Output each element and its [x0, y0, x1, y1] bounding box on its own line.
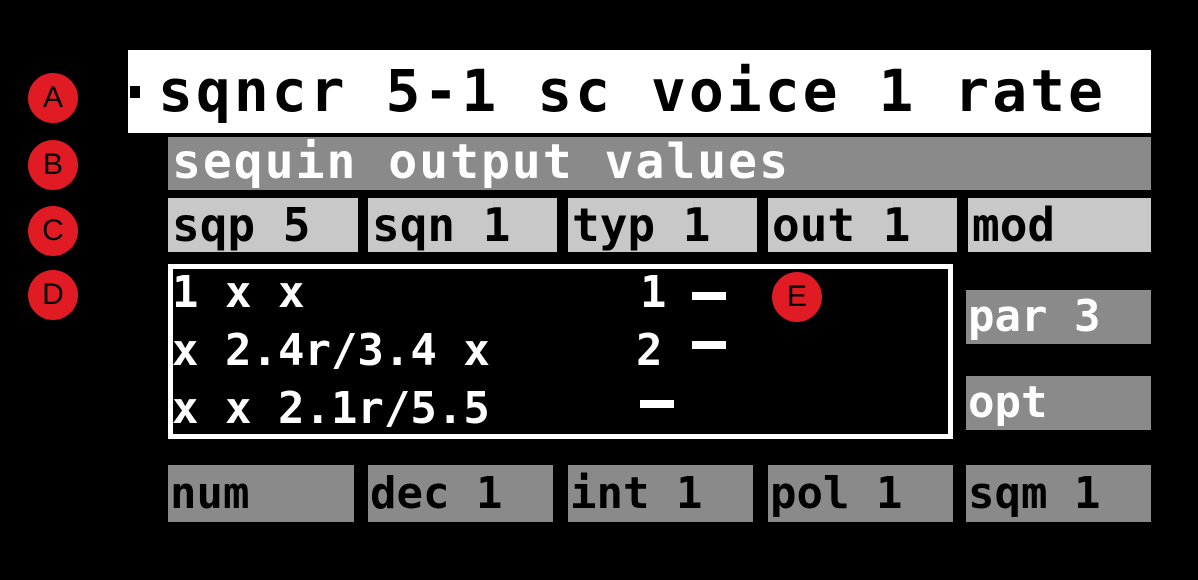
cursor-indicator [130, 86, 140, 98]
step-number-2: 2 [636, 325, 663, 376]
step-dash-1 [692, 292, 726, 300]
int-button[interactable]: int 1 [568, 465, 753, 522]
pol-button[interactable]: pol 1 [768, 465, 953, 522]
marker-d: D [28, 270, 78, 320]
screen-title: sqncr 5-1 sc voice 1 rate [158, 57, 1106, 125]
tab-sqn[interactable]: sqn 1 [368, 198, 557, 252]
marker-b: B [28, 140, 78, 190]
step-number-1: 1 [640, 267, 667, 318]
tab-sqp[interactable]: sqp 5 [168, 198, 358, 252]
step-dash-2 [692, 341, 726, 349]
marker-c: C [28, 206, 78, 256]
sequence-line-2: x 2.4r/3.4 x [172, 325, 490, 376]
step-dash-3 [640, 400, 674, 408]
par-button[interactable]: par 3 [966, 290, 1151, 344]
sqm-button[interactable]: sqm 1 [966, 465, 1151, 522]
sequence-line-1: 1 x x [172, 267, 305, 318]
tab-typ[interactable]: typ 1 [568, 198, 757, 252]
tab-out[interactable]: out 1 [768, 198, 957, 252]
sequence-line-3: x x 2.1r/5.5 [172, 383, 490, 434]
tab-mod[interactable]: mod [968, 198, 1151, 252]
opt-button[interactable]: opt [966, 376, 1151, 430]
screen-subtitle: sequin output values [172, 134, 790, 190]
marker-a: A [28, 73, 78, 123]
dec-button[interactable]: dec 1 [368, 465, 553, 522]
num-button[interactable]: num [168, 465, 354, 522]
marker-e: E [772, 272, 822, 322]
